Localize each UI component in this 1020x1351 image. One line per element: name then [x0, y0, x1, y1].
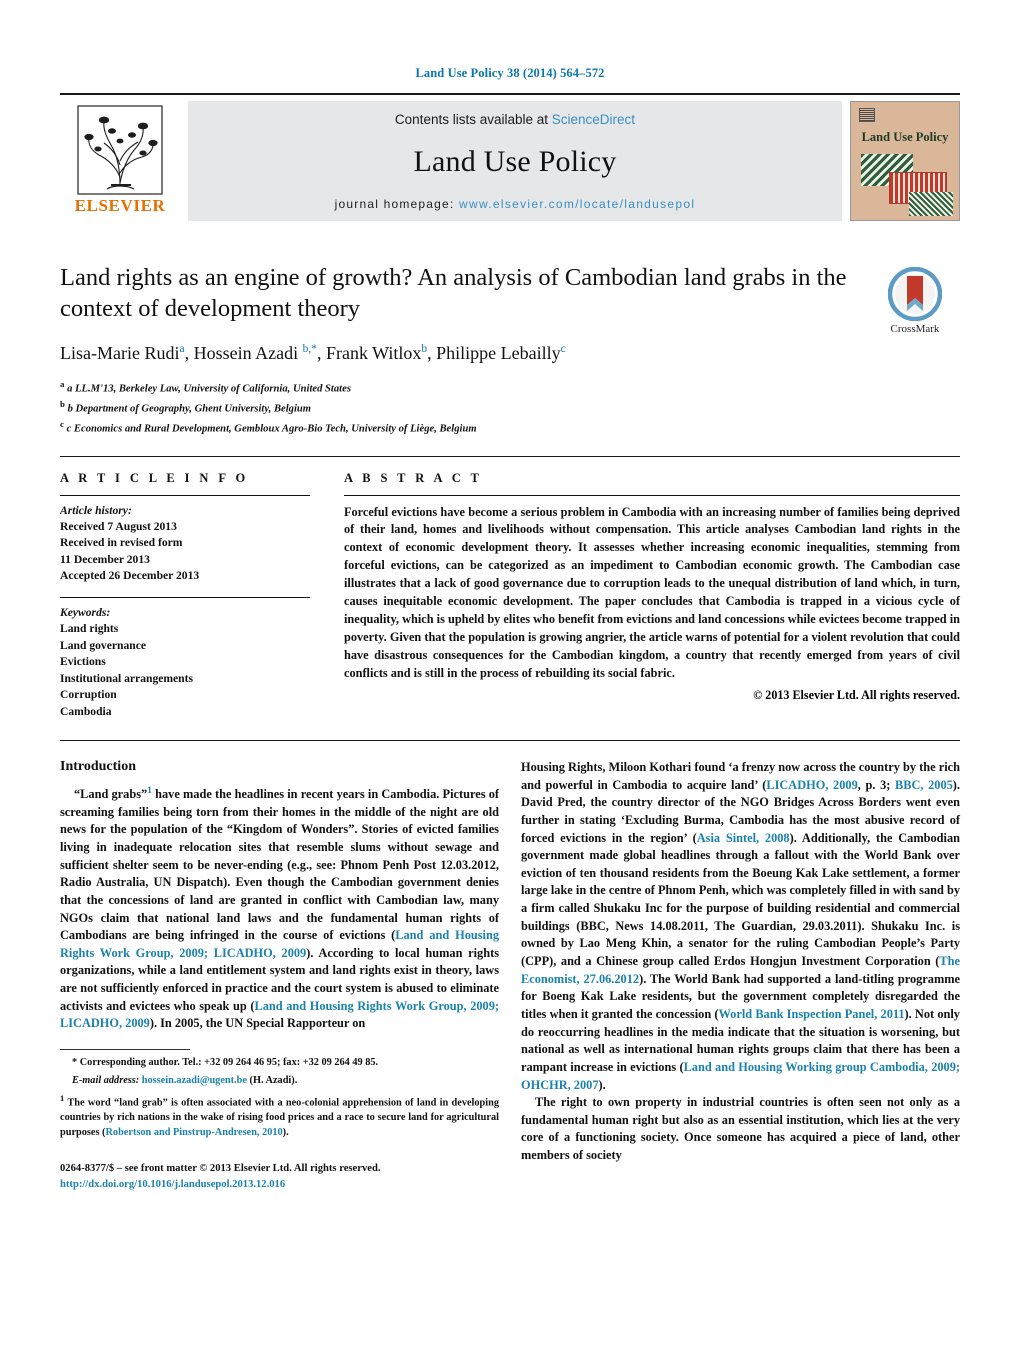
- intro-paragraph-left: “Land grabs”1 have made the headlines in…: [60, 785, 499, 1033]
- contents-prefix: Contents lists available at: [394, 112, 549, 127]
- info-abstract-section: A R T I C L E I N F O Article history: R…: [60, 471, 960, 720]
- abstract-column: A B S T R A C T Forceful evictions have …: [344, 471, 960, 720]
- running-head: Land Use Policy 38 (2014) 564–572: [415, 66, 605, 80]
- article-history-label: Article history:: [60, 503, 132, 517]
- elsevier-wordmark: ELSEVIER: [74, 196, 166, 215]
- page-title: Land rights as an engine of growth? An a…: [60, 264, 847, 322]
- keyword-item: Cambodia: [60, 704, 112, 718]
- keywords-group: Keywords: Land rights Land governance Ev…: [60, 605, 310, 720]
- body-column-left: Introduction “Land grabs”1 have made the…: [60, 759, 499, 1193]
- keyword-item: Institutional arrangements: [60, 671, 194, 685]
- keywords-label: Keywords:: [60, 605, 111, 619]
- email-address-label: E-mail address:: [72, 1074, 140, 1086]
- affiliation-a-text: a LL.M'13, Berkeley Law, University of C…: [67, 383, 351, 395]
- affiliations: a a LL.M'13, Berkeley Law, University of…: [60, 378, 852, 438]
- journal-masthead: ELSEVIER Contents lists available at Sci…: [60, 101, 960, 221]
- footnote-separator-rule: [60, 1049, 190, 1051]
- footnote-one-text-b: ).: [282, 1127, 289, 1139]
- cover-title-text: Land Use Policy: [861, 130, 949, 144]
- footnote-star-text: Corresponding author. Tel.: +32 09 264 4…: [79, 1057, 379, 1069]
- citation-bbc-2005[interactable]: BBC, 2005: [895, 778, 953, 792]
- right-text-d: ). Additionally, the Cambodian governmen…: [521, 830, 960, 969]
- cover-publisher-mark-icon: [859, 108, 875, 122]
- paragraph: Housing Rights, Miloon Kothari found ‘a …: [521, 759, 960, 1094]
- contents-list-line: Contents lists available at ScienceDirec…: [395, 112, 635, 127]
- section-heading-introduction: Introduction: [60, 758, 136, 774]
- abstract-copyright: © 2013 Elsevier Ltd. All rights reserved…: [753, 688, 960, 703]
- homepage-label: journal homepage:: [334, 197, 455, 211]
- land-grabs-quote: “Land grabs”: [74, 787, 148, 802]
- article-info-column: A R T I C L E I N F O Article history: R…: [60, 471, 344, 720]
- right-text-g: ).: [598, 1077, 606, 1092]
- elsevier-tree-icon: [77, 105, 163, 195]
- affiliation-b: b b Department of Geography, Ghent Unive…: [60, 398, 312, 415]
- journal-title: Land Use Policy: [413, 145, 617, 178]
- crossmark-icon: [870, 267, 960, 321]
- right-text-b: , p. 3;: [857, 777, 895, 792]
- title-and-authors: Land rights as an engine of growth? An a…: [60, 263, 870, 438]
- citation-robertson-pinstrup[interactable]: Robertson and Pinstrup-Andresen, 2010: [106, 1127, 283, 1138]
- author-list: Lisa-Marie Rudia, Hossein Azadi b,*, Fra…: [60, 342, 566, 363]
- affiliation-c-text: c Economics and Rural Development, Gembl…: [66, 423, 477, 435]
- footnote-star-marker: *: [72, 1057, 78, 1069]
- abstract-heading: A B S T R A C T: [344, 470, 483, 485]
- footnote-one-marker: 1: [60, 1092, 65, 1103]
- body-columns: Introduction “Land grabs”1 have made the…: [60, 759, 960, 1193]
- body-column-right: Housing Rights, Miloon Kothari found ‘a …: [521, 759, 960, 1193]
- keyword-item: Land governance: [60, 638, 146, 652]
- journal-homepage-line: journal homepage: www.elsevier.com/locat…: [335, 197, 696, 211]
- footnote-email-line: E-mail address: hossein.azadi@ugent.be (…: [60, 1074, 499, 1089]
- affiliation-a: a a LL.M'13, Berkeley Law, University of…: [60, 378, 351, 395]
- history-item: Received in revised form: [60, 536, 183, 550]
- body-divider-rule: [60, 739, 960, 741]
- keyword-item: Evictions: [60, 655, 106, 669]
- affiliation-c: c c Economics and Rural Development, Gem…: [60, 418, 477, 435]
- history-item: 11 December 2013: [60, 552, 150, 566]
- abstract-text: Forceful evictions have become a serious…: [344, 504, 960, 681]
- paragraph: “Land grabs”1 have made the headlines in…: [60, 785, 499, 1033]
- doi-link[interactable]: http://dx.doi.org/10.1016/j.landusepol.2…: [60, 1177, 499, 1193]
- sciencedirect-link[interactable]: ScienceDirect: [552, 112, 635, 127]
- elsevier-logo: ELSEVIER: [60, 101, 180, 221]
- issn-copyright-line: 0264-8377/$ – see front matter © 2013 El…: [60, 1163, 381, 1175]
- title-block: Land rights as an engine of growth? An a…: [60, 263, 960, 438]
- paragraph-text-c: ). In 2005, the UN Special Rapporteur on: [149, 1016, 366, 1031]
- imprint-block: 0264-8377/$ – see front matter © 2013 El…: [60, 1161, 499, 1193]
- homepage-url-link[interactable]: www.elsevier.com/locate/landusepol: [459, 197, 695, 211]
- footnote-one: 1 The word “land grab” is often associat…: [60, 1092, 499, 1141]
- email-address-owner: (H. Azadi).: [249, 1074, 298, 1086]
- keyword-item: Land rights: [60, 622, 119, 636]
- paragraph-text-a: have made the headlines in recent years …: [60, 787, 499, 943]
- article-info-rule: [60, 494, 310, 496]
- article-page: Land Use Policy 38 (2014) 564–572 ELSEVI…: [0, 0, 1020, 1351]
- citation-asia-sintel-2008[interactable]: Asia Sintel, 2008: [697, 831, 790, 845]
- cover-photo-3: [909, 192, 953, 216]
- footnotes-block: * Corresponding author. Tel.: +32 09 264…: [60, 1056, 499, 1141]
- abstract-rule: [344, 494, 960, 496]
- crossmark-label: CrossMark: [890, 323, 940, 335]
- history-item: Accepted 26 December 2013: [60, 569, 200, 583]
- keyword-item: Corruption: [60, 688, 117, 702]
- citation-world-bank-panel[interactable]: World Bank Inspection Panel, 2011: [719, 1007, 905, 1021]
- crossmark-badge[interactable]: CrossMark: [870, 263, 960, 438]
- masthead-banner: Contents lists available at ScienceDirec…: [188, 101, 842, 221]
- article-history-group: Article history: Received 7 August 2013 …: [60, 503, 310, 585]
- paragraph: The right to own property in industrial …: [521, 1095, 960, 1163]
- intro-paragraph-right: Housing Rights, Miloon Kothari found ‘a …: [521, 759, 960, 1165]
- info-divider-rule: [60, 455, 960, 457]
- citation-licadho-2009[interactable]: LICADHO, 2009: [766, 778, 857, 792]
- keywords-rule: [60, 596, 310, 598]
- history-item: Received 7 August 2013: [60, 519, 177, 533]
- footnote-corresponding-author: * Corresponding author. Tel.: +32 09 264…: [60, 1056, 499, 1071]
- email-address-link[interactable]: hossein.azadi@ugent.be: [142, 1075, 247, 1086]
- top-rule: [60, 93, 960, 95]
- article-info-heading: A R T I C L E I N F O: [60, 470, 249, 485]
- affiliation-b-text: b Department of Geography, Ghent Univers…: [67, 403, 312, 415]
- journal-cover-thumbnail: Land Use Policy: [850, 101, 960, 221]
